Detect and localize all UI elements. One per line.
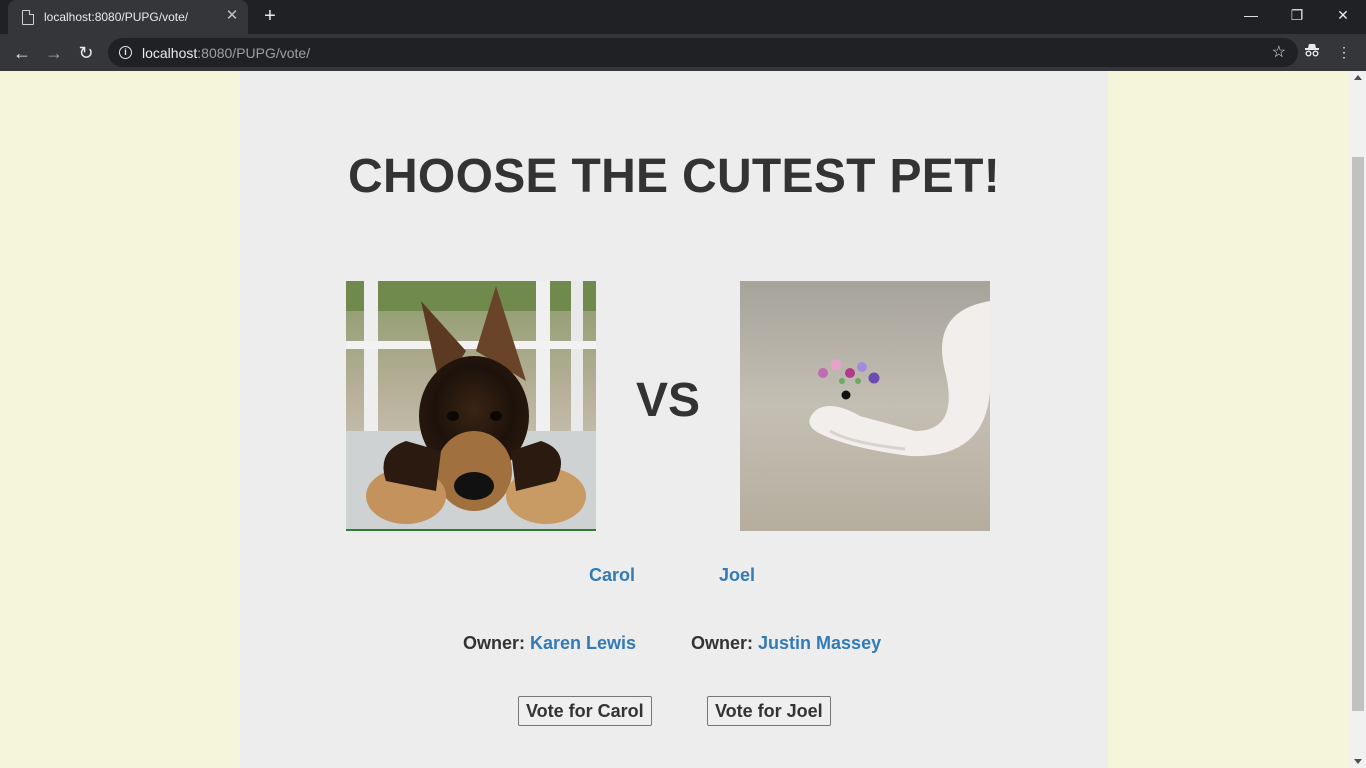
tab-title: localhost:8080/PUPG/vote/ — [44, 10, 189, 24]
scrollbar-thumb[interactable] — [1352, 157, 1364, 711]
owner-link-justin-massey[interactable]: Justin Massey — [758, 633, 881, 653]
tab-strip: localhost:8080/PUPG/vote/ ✕ + — ❐ ✕ — [0, 0, 1366, 34]
vote-container: CHOOSE THE CUTEST PET! VS Carol Joel Own… — [240, 71, 1108, 768]
vs-label: VS — [636, 374, 701, 427]
browser-toolbar: ← → ↻ i localhost:8080/PUPG/vote/ ☆ ⋮ — [0, 34, 1366, 71]
owner-right: Owner: Justin Massey — [691, 633, 881, 654]
page-scrollbar[interactable] — [1350, 71, 1366, 768]
owner-link-karen-lewis[interactable]: Karen Lewis — [530, 633, 636, 653]
address-bar[interactable]: i localhost:8080/PUPG/vote/ ☆ — [108, 38, 1298, 67]
pet-image-left — [346, 281, 596, 531]
pet-name-link-carol[interactable]: Carol — [589, 565, 635, 586]
page-viewport: CHOOSE THE CUTEST PET! VS Carol Joel Own… — [0, 71, 1350, 768]
scroll-down-icon[interactable] — [1354, 759, 1362, 764]
incognito-icon[interactable] — [1302, 42, 1322, 62]
info-icon[interactable]: i — [119, 46, 132, 59]
scroll-up-icon[interactable] — [1354, 75, 1362, 80]
page-title: CHOOSE THE CUTEST PET! — [348, 150, 1000, 203]
pet-image-right — [740, 281, 990, 531]
vote-carol-button[interactable]: Vote for Carol — [518, 696, 652, 726]
vote-joel-button[interactable]: Vote for Joel — [707, 696, 831, 726]
new-tab-icon[interactable]: + — [260, 5, 280, 27]
url-text[interactable]: localhost:8080/PUPG/vote/ — [142, 45, 310, 61]
restore-icon[interactable]: ❐ — [1274, 0, 1320, 30]
browser-tab[interactable]: localhost:8080/PUPG/vote/ ✕ — [8, 0, 248, 34]
page-icon — [22, 10, 34, 25]
tab-close-icon[interactable]: ✕ — [224, 6, 240, 26]
back-icon[interactable]: ← — [10, 41, 34, 65]
pet-name-link-joel[interactable]: Joel — [719, 565, 755, 586]
menu-kebab-icon[interactable]: ⋮ — [1334, 42, 1354, 62]
owner-left: Owner: Karen Lewis — [463, 633, 636, 654]
owner-label: Owner: — [463, 633, 526, 653]
window-close-icon[interactable]: ✕ — [1320, 0, 1366, 30]
reload-icon[interactable]: ↻ — [74, 41, 98, 65]
owner-label: Owner: — [691, 633, 754, 653]
minimize-icon[interactable]: — — [1228, 0, 1274, 30]
forward-icon[interactable]: → — [42, 41, 66, 65]
bookmark-star-icon[interactable]: ☆ — [1272, 42, 1286, 62]
